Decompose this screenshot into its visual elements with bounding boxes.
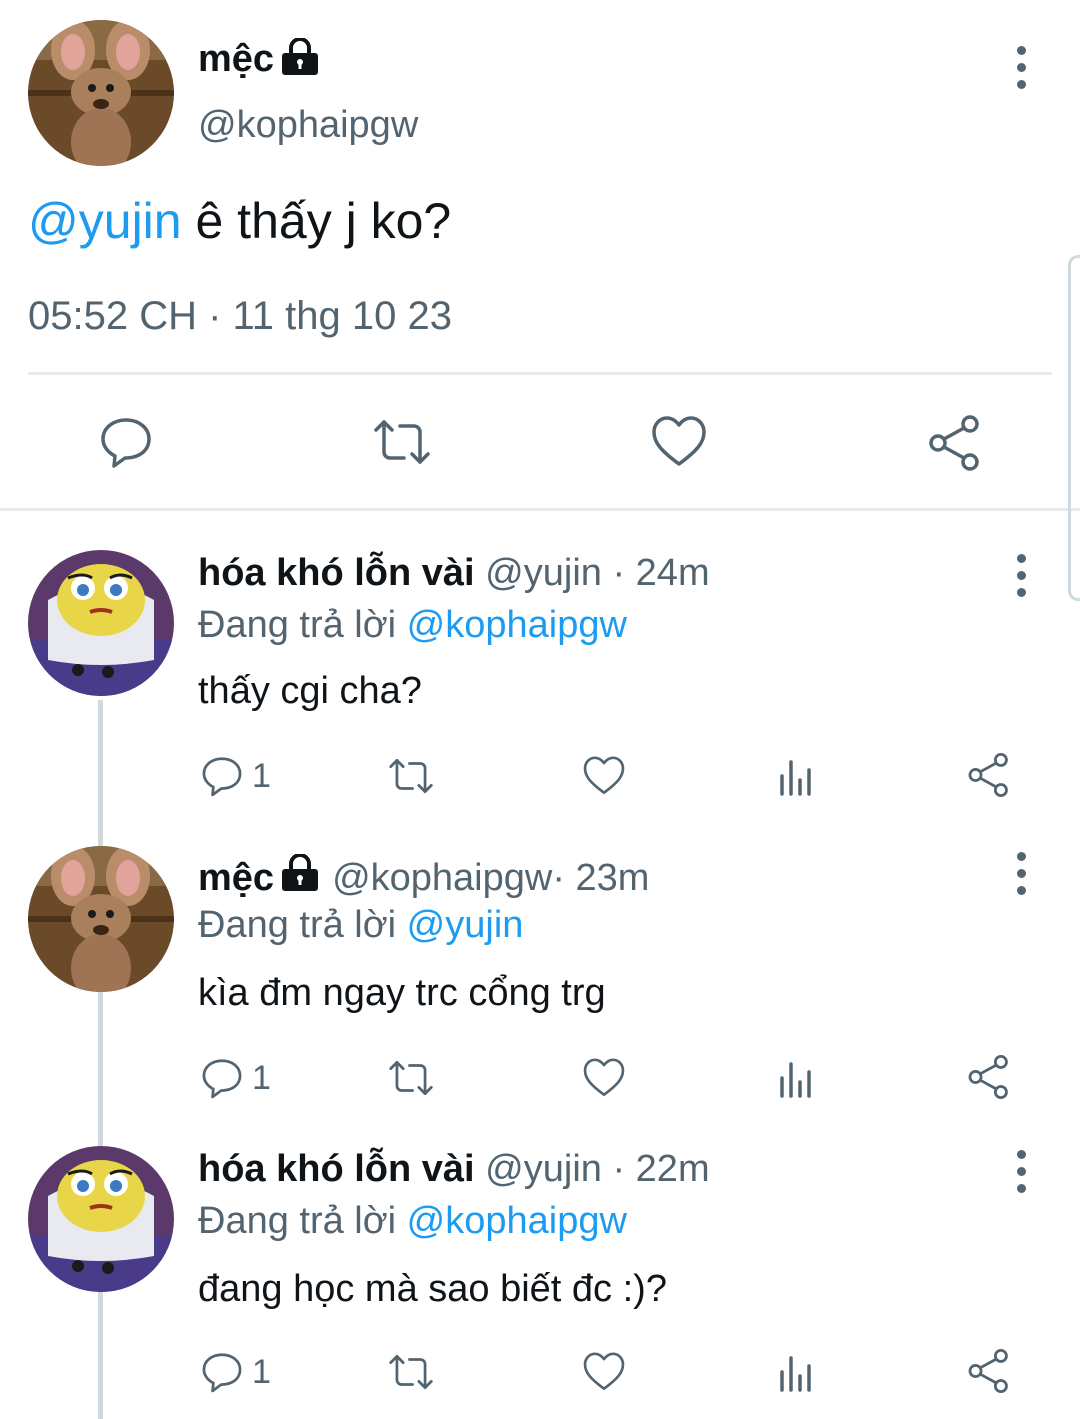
like-icon xyxy=(583,756,625,795)
reply-text: thấy cgi cha? xyxy=(198,670,422,712)
reply-text: đang học mà sao biết đc :)? xyxy=(198,1268,667,1310)
share-icon xyxy=(968,752,1008,798)
replying-to-link[interactable]: @yujin xyxy=(407,904,524,946)
lock-icon xyxy=(280,37,320,81)
reply-button[interactable]: 1 xyxy=(200,754,271,798)
replying-to: Đang trả lời @yujin xyxy=(198,904,524,946)
like-icon xyxy=(583,1058,625,1097)
analytics-icon xyxy=(780,1356,811,1392)
reply-button[interactable]: 1 xyxy=(200,1056,271,1100)
analytics-button[interactable] xyxy=(776,756,816,796)
like-icon xyxy=(652,416,706,466)
divider xyxy=(28,372,1052,375)
reply-time[interactable]: · 23m xyxy=(552,857,649,900)
share-button[interactable] xyxy=(966,1054,1012,1100)
reply-handle[interactable]: @yujin xyxy=(485,552,602,594)
share-icon xyxy=(968,1054,1008,1100)
reply-count: 1 xyxy=(252,756,271,795)
tweet-text: @yujin ê thấy j ko? xyxy=(28,193,452,249)
retweet-icon xyxy=(389,759,433,793)
reply-count: 1 xyxy=(252,1058,271,1097)
replying-to: Đang trả lời @kophaipgw xyxy=(198,604,627,646)
replying-to-link[interactable]: @kophaipgw xyxy=(407,604,627,646)
retweet-button[interactable] xyxy=(370,414,434,470)
mention-link[interactable]: @yujin xyxy=(28,193,182,249)
reply-handle[interactable]: @kophaipgw xyxy=(332,857,552,900)
analytics-button[interactable] xyxy=(776,1058,816,1098)
more-options-button[interactable] xyxy=(1006,848,1036,898)
reply-icon xyxy=(202,757,242,797)
retweet-icon xyxy=(389,1355,433,1389)
tweet-timestamp[interactable]: 05:52 CH · 11 thg 10 23 xyxy=(28,294,452,339)
author-name[interactable]: mệc xyxy=(198,38,274,81)
share-button[interactable] xyxy=(966,1348,1012,1394)
reply-icon xyxy=(202,1059,242,1099)
share-button[interactable] xyxy=(926,414,984,472)
reply-button[interactable] xyxy=(98,414,154,470)
reply-button[interactable]: 1 xyxy=(200,1350,271,1394)
share-icon xyxy=(929,415,979,471)
author-avatar[interactable] xyxy=(28,20,174,166)
replying-to: Đang trả lời @kophaipgw xyxy=(198,1200,627,1242)
reply-header: hóa khó lỗn vài @yujin · 24m xyxy=(198,552,710,595)
reply-avatar[interactable] xyxy=(28,1146,174,1292)
reply-header: mệc @kophaipgw · 23m xyxy=(198,853,649,902)
reply-avatar[interactable] xyxy=(28,846,174,992)
like-button[interactable] xyxy=(650,414,708,470)
analytics-icon xyxy=(780,760,811,796)
retweet-icon xyxy=(389,1061,433,1095)
reply-handle[interactable]: @yujin xyxy=(485,1148,602,1190)
reply-author-name[interactable]: hóa khó lỗn vài xyxy=(198,1148,475,1190)
retweet-icon xyxy=(374,420,430,464)
reply-author-name[interactable]: hóa khó lỗn vài xyxy=(198,552,475,594)
reply-icon xyxy=(202,1353,242,1393)
more-options-button[interactable] xyxy=(1006,42,1036,92)
reply-avatar[interactable] xyxy=(28,550,174,696)
lock-icon xyxy=(280,853,320,902)
like-icon xyxy=(583,1352,625,1391)
thread-line xyxy=(98,700,103,1419)
share-icon xyxy=(968,1348,1008,1394)
reply-count: 1 xyxy=(252,1352,271,1391)
reply-author-name[interactable]: mệc xyxy=(198,857,274,900)
more-options-button[interactable] xyxy=(1006,1146,1036,1196)
reply-text: kìa đm ngay trc cổng trg xyxy=(198,972,606,1014)
reply-icon xyxy=(101,418,151,468)
reply-header: hóa khó lỗn vài @yujin · 22m xyxy=(198,1148,710,1191)
divider xyxy=(0,508,1080,511)
share-button[interactable] xyxy=(966,752,1012,798)
more-options-button[interactable] xyxy=(1006,550,1036,600)
author-handle[interactable]: @kophaipgw xyxy=(198,104,418,147)
analytics-icon xyxy=(780,1062,811,1098)
retweet-button[interactable] xyxy=(386,1056,436,1100)
like-button[interactable] xyxy=(582,1350,626,1394)
scrollbar[interactable] xyxy=(1068,255,1080,601)
replying-to-link[interactable]: @kophaipgw xyxy=(407,1200,627,1242)
like-button[interactable] xyxy=(582,754,626,798)
reply-time[interactable]: · 22m xyxy=(602,1148,709,1190)
retweet-button[interactable] xyxy=(386,754,436,798)
like-button[interactable] xyxy=(582,1056,626,1100)
retweet-button[interactable] xyxy=(386,1350,436,1394)
analytics-button[interactable] xyxy=(776,1352,816,1392)
reply-time[interactable]: · 24m xyxy=(602,552,709,594)
